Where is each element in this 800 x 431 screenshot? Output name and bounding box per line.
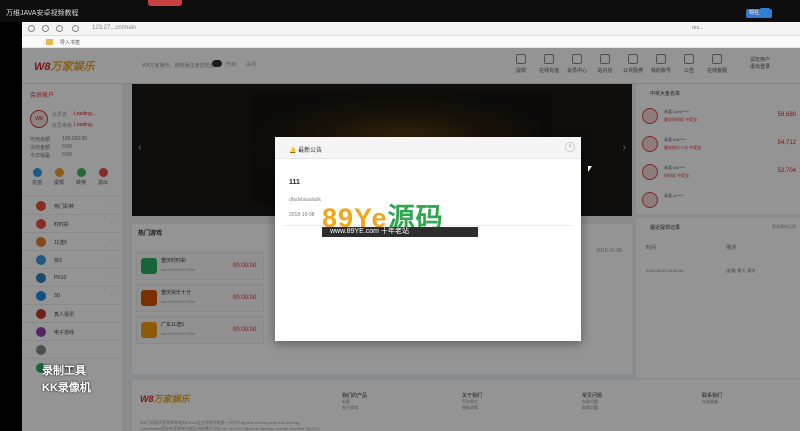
watermark-recorder: 录制工具 KK录像机 — [42, 362, 112, 394]
back-icon[interactable] — [28, 25, 35, 32]
recorder-bar: 万维JAVA安卓视频教程 现在上传 — [0, 0, 800, 22]
recorder-title: 万维JAVA安卓视频教程 — [6, 10, 79, 17]
address-input[interactable]: 123.27...cn/main — [92, 25, 572, 33]
recorder-wm-line2: KK录像机 — [42, 382, 91, 394]
watermark-89ye: 89Ye源码 www.89YE.com 十年老站 — [322, 196, 482, 240]
modal-title-text: 最新公告 — [298, 148, 323, 154]
bookmark-import[interactable]: 导入书签 — [60, 39, 80, 46]
cloud-icon[interactable] — [760, 8, 770, 18]
search-engine-label[interactable]: res... — [692, 25, 703, 31]
folder-icon — [46, 39, 53, 45]
announcement-title[interactable]: 111 — [289, 179, 300, 186]
modal-title: 🔔 最新公告 — [289, 148, 323, 154]
screen: 万维JAVA安卓视频教程 现在上传 123.27...cn/main res..… — [0, 0, 800, 431]
home-icon[interactable] — [72, 25, 79, 32]
announcement-body: dfadslalaaladk — [289, 197, 321, 203]
modal-header: 🔔 最新公告 × — [275, 137, 581, 159]
mouse-cursor — [588, 166, 592, 172]
refresh-icon[interactable] — [56, 25, 63, 32]
browser-toolbar: 123.27...cn/main res... — [22, 22, 800, 36]
left-dark-strip — [0, 22, 22, 431]
recorder-tab[interactable] — [148, 0, 182, 6]
recorder-wm-line1: 录制工具 — [42, 365, 86, 377]
bookmarks-bar: 导入书签 — [22, 36, 800, 48]
announcement-date: 2018-10-08 — [289, 212, 315, 218]
close-icon[interactable]: × — [565, 142, 575, 152]
forward-icon[interactable] — [42, 25, 49, 32]
watermark-url: www.89YE.com 十年老站 — [322, 227, 478, 237]
